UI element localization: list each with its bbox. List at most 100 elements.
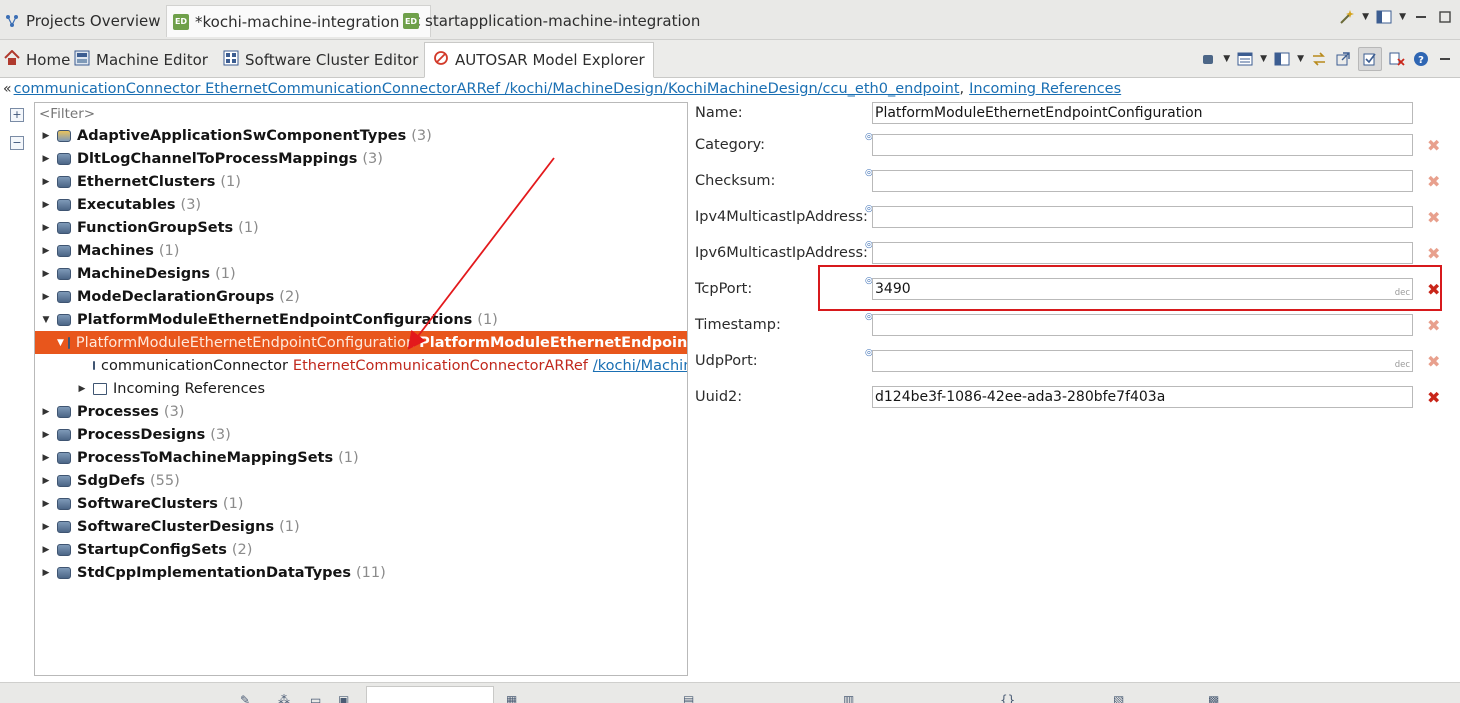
breadcrumb-link-connector[interactable]: communicationConnector EthernetCommunica… bbox=[14, 81, 960, 97]
expand-arrow-icon[interactable]: ▶ bbox=[39, 545, 53, 555]
minimize-icon[interactable] bbox=[1436, 50, 1454, 68]
expand-arrow-icon[interactable]: ▶ bbox=[39, 522, 53, 532]
help-icon[interactable]: ? bbox=[1412, 50, 1430, 68]
tab-autosar-model-explorer[interactable]: AUTOSAR Model Explorer bbox=[424, 42, 654, 78]
tree-node-modedeclarationgroups[interactable]: ▶ ModeDeclarationGroups (2) bbox=[35, 285, 687, 308]
expand-arrow-icon[interactable]: ▶ bbox=[39, 131, 53, 141]
expand-arrow-icon[interactable]: ▶ bbox=[39, 430, 53, 440]
expand-arrow-icon[interactable]: ▶ bbox=[39, 568, 53, 578]
tree-node-selected-endpoint-configuration[interactable]: ▼ PlatformModuleEthernetEndpointConfigur… bbox=[35, 331, 687, 354]
tab-machine-editor[interactable]: Machine Editor bbox=[74, 42, 208, 78]
tree-node-processdesigns[interactable]: ▶ ProcessDesigns (3) bbox=[35, 423, 687, 446]
open-external-icon[interactable] bbox=[1334, 50, 1352, 68]
tree-node-sdgdefs[interactable]: ▶ SdgDefs (55) bbox=[35, 469, 687, 492]
generation-results-icon[interactable]: ▥ bbox=[843, 693, 854, 703]
uuid2-field[interactable]: d124be3f-1086-42ee-ada3-280bfe7f403a bbox=[872, 386, 1413, 408]
property-label: Uuid2: bbox=[695, 389, 743, 405]
remove-icon[interactable]: ✖ bbox=[1427, 244, 1440, 263]
unresolved-references-icon[interactable]: ▦ bbox=[506, 693, 517, 703]
tab-projects-overview[interactable]: Projects Overview bbox=[4, 5, 161, 37]
ipv6-multicast-field[interactable] bbox=[872, 242, 1413, 264]
edit-icon[interactable]: ✎ bbox=[240, 693, 250, 703]
window-layout-icon[interactable] bbox=[1375, 8, 1393, 26]
tree-node-communication-connector[interactable]: communicationConnector EthernetCommunica… bbox=[35, 354, 687, 377]
ipv4-multicast-field[interactable] bbox=[872, 206, 1413, 228]
problems-icon[interactable]: ▧ bbox=[1113, 693, 1124, 703]
udp-port-field[interactable]: dec bbox=[872, 350, 1413, 372]
filter-input[interactable] bbox=[37, 104, 685, 124]
navigator-icon[interactable]: {} bbox=[1000, 693, 1015, 703]
tree-node-ref-type: EthernetCommunicationConnectorARRef bbox=[292, 357, 588, 374]
maximize-icon[interactable] bbox=[1436, 8, 1454, 26]
chevron-down-icon[interactable]: ▼ bbox=[1223, 54, 1230, 64]
tree-node-platformmoduleethernetendpointconfigurations[interactable]: ▼ PlatformModuleEthernetEndpointConfigur… bbox=[35, 308, 687, 331]
tab-software-cluster-editor[interactable]: Software Cluster Editor bbox=[223, 42, 418, 78]
minimize-icon[interactable] bbox=[1412, 8, 1430, 26]
breadcrumb-link-incoming-references[interactable]: Incoming References bbox=[969, 81, 1121, 97]
remove-icon[interactable]: ✖ bbox=[1427, 208, 1440, 227]
tree-node-softwareclusters[interactable]: ▶ SoftwareClusters (1) bbox=[35, 492, 687, 515]
expand-arrow-icon[interactable]: ▶ bbox=[39, 223, 53, 233]
expand-arrow-icon[interactable]: ▶ bbox=[39, 200, 53, 210]
tree-node-dltlogchanneltoprocessmappings[interactable]: ▶ DltLogChannelToProcessMappings (3) bbox=[35, 147, 687, 170]
tree-node-startupconfigsets[interactable]: ▶ StartupConfigSets (2) bbox=[35, 538, 687, 561]
timestamp-field[interactable] bbox=[872, 314, 1413, 336]
tree-node-machinedesigns[interactable]: ▶ MachineDesigns (1) bbox=[35, 262, 687, 285]
remove-icon[interactable]: ✖ bbox=[1427, 388, 1440, 407]
remove-icon[interactable]: ✖ bbox=[1427, 316, 1440, 335]
tab-startapplication-machine-integration[interactable]: ED startapplication-machine-integration bbox=[403, 5, 700, 37]
expand-arrow-icon[interactable]: ▶ bbox=[39, 177, 53, 187]
tree-node-processes[interactable]: ▶ Processes (3) bbox=[35, 400, 687, 423]
expand-arrow-icon[interactable]: ▶ bbox=[75, 384, 89, 394]
maximize-icon[interactable]: ▣ bbox=[338, 693, 349, 703]
remove-icon[interactable]: ✖ bbox=[1427, 352, 1440, 371]
expand-all-icon[interactable]: + bbox=[10, 108, 24, 122]
magic-wand-icon[interactable] bbox=[1338, 8, 1356, 26]
minimize-icon[interactable]: ▭ bbox=[310, 693, 321, 703]
tree-node-machines[interactable]: ▶ Machines (1) bbox=[35, 239, 687, 262]
name-field[interactable]: PlatformModuleEthernetEndpointConfigurat… bbox=[872, 102, 1413, 124]
breadcrumb-back-icon[interactable]: « bbox=[3, 81, 12, 97]
list-view-icon[interactable] bbox=[1236, 50, 1254, 68]
chevron-down-icon[interactable]: ▼ bbox=[1362, 12, 1369, 22]
tree-node-adaptiveapplicationswcomponenttypes[interactable]: ▶ AdaptiveApplicationSwComponentTypes (3… bbox=[35, 124, 687, 147]
expand-arrow-icon[interactable]: ▶ bbox=[39, 476, 53, 486]
chevron-down-icon[interactable]: ▼ bbox=[1399, 12, 1406, 22]
tree-node-functiongroupsets[interactable]: ▶ FunctionGroupSets (1) bbox=[35, 216, 687, 239]
tree-node-ethernetclusters[interactable]: ▶ EthernetClusters (1) bbox=[35, 170, 687, 193]
filter-remove-icon[interactable] bbox=[1388, 50, 1406, 68]
tab-home[interactable]: Home bbox=[4, 42, 70, 78]
expand-arrow-icon[interactable]: ▶ bbox=[39, 453, 53, 463]
category-field[interactable] bbox=[872, 134, 1413, 156]
sync-icon[interactable] bbox=[1310, 50, 1328, 68]
expand-arrow-icon[interactable]: ▶ bbox=[39, 246, 53, 256]
split-view-icon[interactable] bbox=[1273, 50, 1291, 68]
tree-node-incoming-references[interactable]: ▶ Incoming References bbox=[35, 377, 687, 400]
chevron-down-icon[interactable]: ▼ bbox=[1297, 54, 1304, 64]
expand-arrow-icon[interactable]: ▶ bbox=[39, 269, 53, 279]
remove-icon[interactable]: ✖ bbox=[1427, 172, 1440, 191]
pin-icon[interactable]: ⁂ bbox=[278, 693, 290, 703]
collapse-arrow-icon[interactable]: ▼ bbox=[39, 315, 53, 325]
tree-node-processtomachinemappingsets[interactable]: ▶ ProcessToMachineMappingSets (1) bbox=[35, 446, 687, 469]
tree-node-ref-path[interactable]: /kochi/MachineDesign/KochiMachineDesign/… bbox=[593, 358, 687, 374]
tree-node-stdcppimplementationdatatypes[interactable]: ▶ StdCppImplementationDataTypes (11) bbox=[35, 561, 687, 584]
checksum-field[interactable] bbox=[872, 170, 1413, 192]
remove-icon[interactable]: ✖ bbox=[1427, 136, 1440, 155]
tree-node-executables[interactable]: ▶ Executables (3) bbox=[35, 193, 687, 216]
tree-node-softwareclusterdesigns[interactable]: ▶ SoftwareClusterDesigns (1) bbox=[35, 515, 687, 538]
tab-kochi-machine-integration[interactable]: ED *kochi-machine-integration ✕ bbox=[166, 5, 432, 37]
davinci-icon[interactable]: ▤ bbox=[683, 693, 694, 703]
database-icon[interactable] bbox=[1199, 50, 1217, 68]
expand-arrow-icon[interactable]: ▶ bbox=[39, 407, 53, 417]
console-icon[interactable]: ▩ bbox=[1208, 693, 1219, 703]
link-editor-icon[interactable] bbox=[1358, 47, 1382, 71]
collapse-arrow-icon[interactable]: ▼ bbox=[57, 338, 64, 348]
expand-arrow-icon[interactable]: ▶ bbox=[39, 154, 53, 164]
breadcrumb-separator: , bbox=[959, 81, 965, 97]
collapse-all-icon[interactable]: − bbox=[10, 136, 24, 150]
tab-validation[interactable] bbox=[366, 686, 494, 703]
expand-arrow-icon[interactable]: ▶ bbox=[39, 499, 53, 509]
chevron-down-icon[interactable]: ▼ bbox=[1260, 54, 1267, 64]
expand-arrow-icon[interactable]: ▶ bbox=[39, 292, 53, 302]
